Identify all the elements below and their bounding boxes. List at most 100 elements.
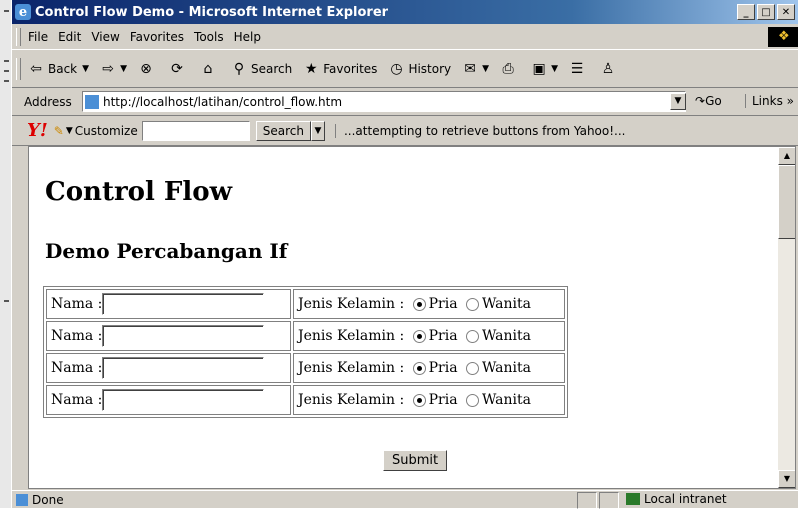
address-label: Address (24, 94, 72, 109)
menu-grip (16, 28, 21, 46)
edit-button[interactable]: ▣ ▼ (530, 60, 558, 78)
close-button[interactable]: ✕ (777, 4, 795, 20)
menu-bar: File Edit View Favorites Tools Help (12, 25, 798, 50)
name-input[interactable] (102, 293, 265, 315)
title-bar: e Control Flow Demo - Microsoft Internet… (12, 0, 798, 24)
go-button[interactable]: ↷Go (695, 94, 722, 108)
menu-view[interactable]: View (91, 30, 119, 44)
name-label: Nama : (51, 360, 103, 376)
option-pria-label: Pria (428, 296, 458, 312)
print-button[interactable]: ⎙ (499, 60, 520, 78)
mail-button[interactable]: ✉ ▼ (461, 60, 489, 78)
menu-help[interactable]: Help (234, 30, 261, 44)
edit-page-icon: ▣ (532, 61, 546, 77)
radio-wanita[interactable] (466, 393, 479, 407)
radio-wanita[interactable] (466, 329, 479, 343)
standard-toolbar: ⇦ Back ▼ ⇨ ▼ ⊗ ⟳ ⌂ ⚲ Search ★ Favorites … (12, 51, 798, 88)
gender-label: Jenis Kelamin : (298, 392, 405, 408)
name-input[interactable] (102, 357, 265, 379)
status-text: Done (32, 493, 64, 507)
option-wanita-label: Wanita (482, 392, 531, 408)
option-wanita-label: Wanita (482, 296, 531, 312)
address-bar: Address http://localhost/latihan/control… (12, 88, 798, 116)
forward-button[interactable]: ⇨ ▼ (99, 60, 127, 78)
name-input[interactable] (102, 325, 265, 347)
desktop-edge (0, 0, 11, 508)
forward-arrow-icon: ⇨ (102, 61, 114, 77)
name-label: Nama : (51, 296, 103, 312)
customize-button[interactable]: Customize (75, 124, 138, 138)
back-arrow-icon: ⇦ (30, 61, 42, 77)
table-row: Nama : Jenis Kelamin : Pria Wanita (46, 353, 565, 383)
page-subtitle: Demo Percabangan If (45, 239, 288, 263)
forward-dropdown-icon[interactable]: ▼ (120, 64, 127, 74)
home-button[interactable]: ⌂ (199, 60, 220, 78)
option-pria-label: Pria (428, 392, 458, 408)
radio-pria[interactable] (412, 297, 426, 311)
menu-favorites[interactable]: Favorites (130, 30, 184, 44)
browser-window: e Control Flow Demo - Microsoft Internet… (11, 0, 798, 509)
scroll-thumb[interactable] (778, 165, 795, 239)
security-zone: Local intranet (626, 492, 727, 506)
discuss-icon: ☰ (570, 61, 584, 77)
back-button[interactable]: ⇦ Back ▼ (27, 60, 89, 78)
window-title: Control Flow Demo - Microsoft Internet E… (35, 4, 389, 20)
intranet-zone-icon (626, 493, 640, 505)
scroll-down-icon[interactable]: ▼ (778, 470, 795, 488)
table-row: Nama : Jenis Kelamin : Pria Wanita (46, 385, 565, 415)
links-button[interactable]: Links » (745, 94, 794, 108)
ie-logo-icon: e (15, 4, 31, 20)
yahoo-search-button[interactable]: Search (255, 120, 311, 141)
option-pria-label: Pria (428, 360, 458, 376)
gender-label: Jenis Kelamin : (298, 296, 405, 312)
back-dropdown-icon[interactable]: ▼ (82, 64, 89, 74)
page-content: Control Flow Demo Percabangan If Nama : … (28, 146, 796, 489)
option-wanita-label: Wanita (482, 328, 531, 344)
gender-label: Jenis Kelamin : (298, 360, 405, 376)
refresh-button[interactable]: ⟳ (168, 60, 189, 78)
radio-wanita[interactable] (466, 361, 479, 375)
form-table: Nama : Jenis Kelamin : Pria Wanita Nama … (43, 286, 568, 418)
submit-button[interactable]: Submit (383, 450, 448, 471)
yahoo-logo-icon[interactable]: Y! (27, 120, 48, 141)
name-label: Nama : (51, 328, 103, 344)
radio-pria[interactable] (412, 393, 426, 407)
search-button[interactable]: ⚲ Search (230, 60, 292, 78)
stop-button[interactable]: ⊗ (137, 60, 158, 78)
mail-icon: ✉ (464, 61, 476, 77)
messenger-icon: ♙ (601, 61, 615, 77)
refresh-icon: ⟳ (171, 61, 183, 77)
menu-file[interactable]: File (28, 30, 48, 44)
radio-pria[interactable] (412, 361, 426, 375)
customize-dropdown-icon: ▼ (65, 125, 73, 136)
yahoo-search-input[interactable] (141, 120, 250, 141)
maximize-button[interactable]: □ (757, 4, 775, 20)
scroll-up-icon[interactable]: ▲ (778, 147, 795, 165)
menu-edit[interactable]: Edit (58, 30, 81, 44)
address-dropdown-icon[interactable]: ▼ (670, 93, 686, 110)
status-bar: Done Local intranet (12, 490, 798, 509)
address-input[interactable]: http://localhost/latihan/control_flow.ht… (82, 91, 686, 112)
history-icon: ◷ (390, 61, 403, 77)
option-pria-label: Pria (428, 328, 458, 344)
favorites-icon: ★ (304, 61, 318, 77)
print-icon: ⎙ (502, 61, 514, 77)
menu-tools[interactable]: Tools (194, 30, 224, 44)
yahoo-toolbar: Y! ✎ ▼ Customize Search ▼ ...attempting … (12, 116, 798, 146)
address-url: http://localhost/latihan/control_flow.ht… (103, 94, 343, 109)
vertical-scrollbar[interactable]: ▲ ▼ (777, 147, 795, 488)
page-done-icon (16, 494, 28, 506)
name-input[interactable] (102, 389, 265, 411)
yahoo-search-dropdown-icon[interactable]: ▼ (310, 120, 325, 141)
discuss-button[interactable]: ☰ (568, 60, 589, 78)
table-row: Nama : Jenis Kelamin : Pria Wanita (46, 321, 565, 351)
page-title: Control Flow (45, 177, 232, 207)
option-wanita-label: Wanita (482, 360, 531, 376)
radio-pria[interactable] (412, 329, 426, 343)
messenger-button[interactable]: ♙ (599, 60, 620, 78)
history-button[interactable]: ◷ History (387, 60, 451, 78)
minimize-button[interactable]: _ (737, 4, 755, 20)
pencil-icon: ✎ (53, 123, 64, 138)
radio-wanita[interactable] (466, 297, 479, 311)
favorites-button[interactable]: ★ Favorites (302, 60, 378, 78)
